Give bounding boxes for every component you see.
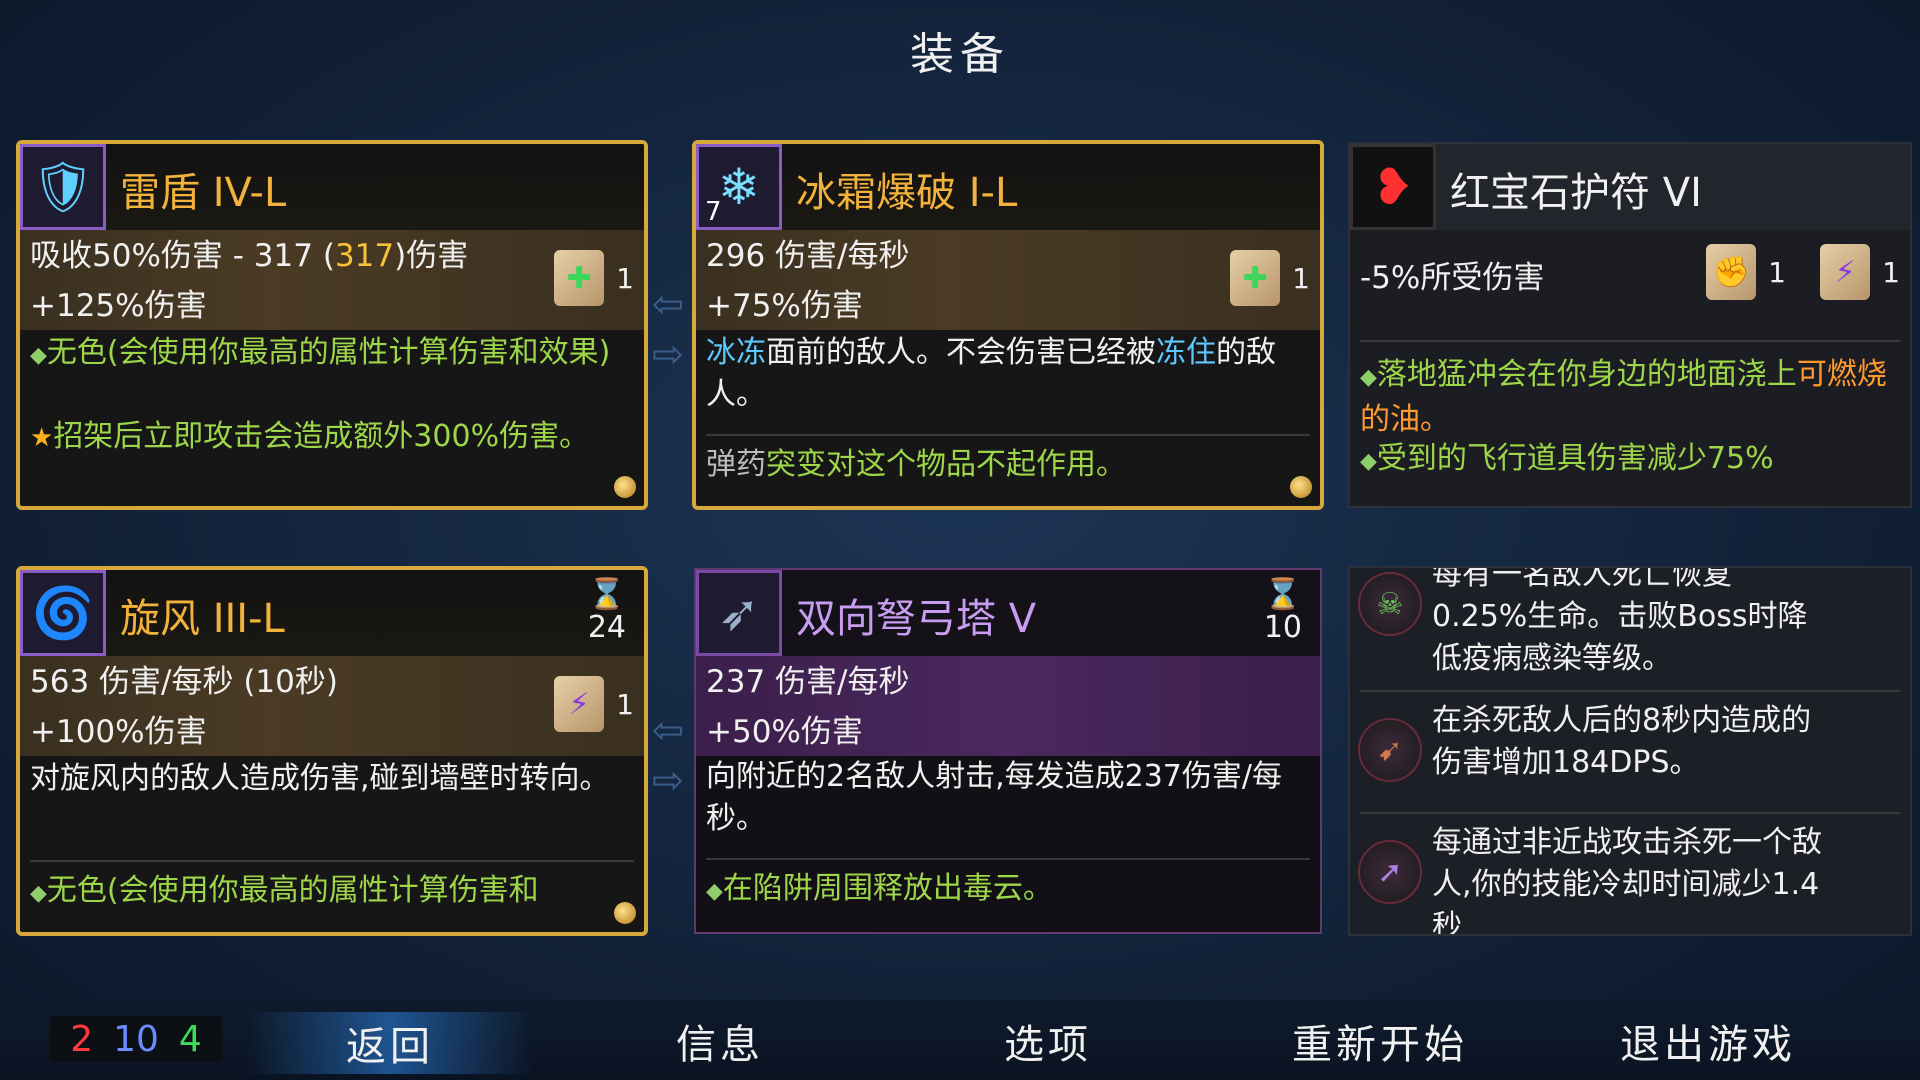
mutation-row[interactable]: ➚ 每通过非近战攻击杀死一个敌人,你的技能冷却时间减少1.4秒: [1358, 822, 1822, 934]
stat-dps: 237 伤害/每秒: [706, 664, 910, 700]
desc-colorless: ◆无色(会使用你最高的属性计算伤害和效果): [30, 335, 611, 370]
desc-parry: ★招架后立即攻击会造成额外300%伤害。: [30, 419, 590, 454]
item-name: 双向弩弓塔 V: [796, 596, 1037, 642]
item-card-thunder-shield[interactable]: 🛡 雷盾 IV-L 吸收50%伤害 - 317 (317)伤害 +125%伤害 …: [16, 140, 648, 510]
lightning-scroll-icon: ⚡: [1820, 244, 1871, 300]
desc-ammo-note: 弹药突变对这个物品不起作用。: [706, 447, 1126, 482]
scroll-stats-badge: 2 10 4: [50, 1016, 222, 1062]
item-card-ruby-amulet[interactable]: ❥ 红宝石护符 VI -5%所受伤害 ✊ 1 ⚡ 1 ◆落地猛冲会在你身边的地面…: [1348, 142, 1912, 508]
desc-tornado: 对旋风内的敌人造成伤害,碰到墙壁时转向。: [30, 761, 610, 796]
stat-damage: +75%伤害: [706, 288, 863, 324]
restart-button[interactable]: 重新开始: [1292, 1012, 1468, 1070]
scroll-count: ✚ 1: [1230, 250, 1310, 306]
vampire-mutation-icon: ☠: [1358, 572, 1422, 636]
swap-right-arrow-icon[interactable]: ⇨: [652, 332, 684, 376]
page-title: 装备: [910, 29, 1010, 80]
quit-game-button[interactable]: 退出游戏: [1620, 1012, 1796, 1070]
item-name: 雷盾 IV-L: [120, 170, 287, 216]
item-name: 红宝石护符 VI: [1450, 170, 1702, 216]
bow-mutation-icon: ➹: [1358, 718, 1422, 782]
brutality-scroll-icon: ✚: [1230, 250, 1281, 306]
arrow-mutation-icon: ➚: [1358, 840, 1422, 904]
desc-projectile: ◆受到的飞行道具伤害减少75%: [1360, 441, 1774, 476]
card-header: [20, 570, 644, 656]
survival-count: 4: [178, 1018, 202, 1060]
swap-left-arrow-icon[interactable]: ⇦: [652, 282, 684, 326]
tactics-count: 10: [113, 1018, 159, 1060]
stat-dps: 563 伤害/每秒 (10秒): [30, 664, 338, 700]
scroll-count-brutality: ✊ 1: [1706, 244, 1786, 300]
divider: [706, 858, 1310, 860]
lightning-scroll-icon: ⚡: [554, 676, 605, 732]
stat-damage: +50%伤害: [706, 714, 863, 750]
stat-dps: 296 伤害/每秒: [706, 238, 910, 274]
scroll-count: ✚ 1: [554, 250, 634, 306]
desc-colorless: ◆无色(会使用你最高的属性计算伤害和: [30, 873, 539, 908]
item-name: 冰霜爆破 I-L: [796, 170, 1018, 216]
stat-damage-taken: -5%所受伤害: [1360, 260, 1545, 296]
desc-freeze: 冰冻面前的敌人。不会伤害已经被冻住的敌人。: [706, 335, 1276, 412]
card-header: [20, 144, 644, 230]
crossbow-turret-icon: ➶: [696, 570, 782, 656]
brutality-scroll-icon: ✚: [554, 250, 605, 306]
divider: [1360, 690, 1900, 692]
mutation-row[interactable]: ➹ 在杀死敌人后的8秒内造成的伤害增加184DPS。: [1358, 700, 1822, 784]
stat-damage: +100%伤害: [30, 714, 207, 750]
tornado-icon: 🌀: [20, 570, 106, 656]
mutations-panel: ☠ 每有一名敌人死亡恢复0.25%生命。击败Boss时降低疫病感染等级。 ➹ 在…: [1348, 566, 1912, 936]
shield-icon: 🛡: [20, 144, 106, 230]
ice-crystal-icon: ❄ 7: [696, 144, 782, 230]
desc-turret: 向附近的2名敌人射击,每发造成237伤害/每秒。: [706, 759, 1282, 836]
scroll-count: ⚡ 1: [554, 676, 634, 732]
divider: [706, 434, 1310, 436]
mutation-row[interactable]: ☠ 每有一名敌人死亡恢复0.25%生命。击败Boss时降低疫病感染等级。: [1358, 568, 1822, 680]
divider: [1360, 340, 1900, 342]
cooldown-stack: ⌛ 24: [587, 577, 626, 646]
options-button[interactable]: 选项: [1004, 1012, 1092, 1070]
desc-poison: ◆在陷阱周围释放出毒云。: [706, 871, 1053, 906]
stat-damage: +125%伤害: [30, 288, 207, 324]
hourglass-icon: ⌛: [1264, 577, 1302, 612]
stat-absorb: 吸收50%伤害 - 317 (317)伤害: [30, 238, 469, 274]
item-name: 旋风 III-L: [120, 596, 285, 642]
brutality-count: 2: [70, 1018, 94, 1060]
divider: [1360, 812, 1900, 814]
info-button[interactable]: 信息: [676, 1012, 764, 1070]
swap-left-arrow-icon[interactable]: ⇦: [652, 708, 684, 752]
fist-scroll-icon: ✊: [1706, 244, 1757, 300]
hourglass-icon: ⌛: [588, 577, 626, 612]
swap-right-arrow-icon[interactable]: ⇨: [652, 758, 684, 802]
amulet-icon: ❥: [1350, 144, 1436, 230]
item-card-crossbow-turret[interactable]: ➶ 双向弩弓塔 V ⌛ 10 237 伤害/每秒 +50%伤害 向附近的2名敌人射…: [694, 568, 1322, 934]
item-card-tornado[interactable]: 🌀 旋风 III-L ⌛ 24 563 伤害/每秒 (10秒) +100%伤害 ⚡…: [16, 566, 648, 936]
item-card-frost-blast[interactable]: ❄ 7 冰霜爆破 I-L 296 伤害/每秒 +75%伤害 ✚ 1 冰冻面前的敌人…: [692, 140, 1324, 510]
scroll-count-tactics: ⚡ 1: [1820, 244, 1900, 300]
desc-oil: ◆落地猛冲会在你身边的地面浇上可燃烧的油。: [1360, 357, 1887, 437]
back-button[interactable]: 返回: [246, 1012, 534, 1074]
cooldown-stack: ⌛ 10: [1263, 577, 1302, 646]
divider: [30, 860, 634, 862]
